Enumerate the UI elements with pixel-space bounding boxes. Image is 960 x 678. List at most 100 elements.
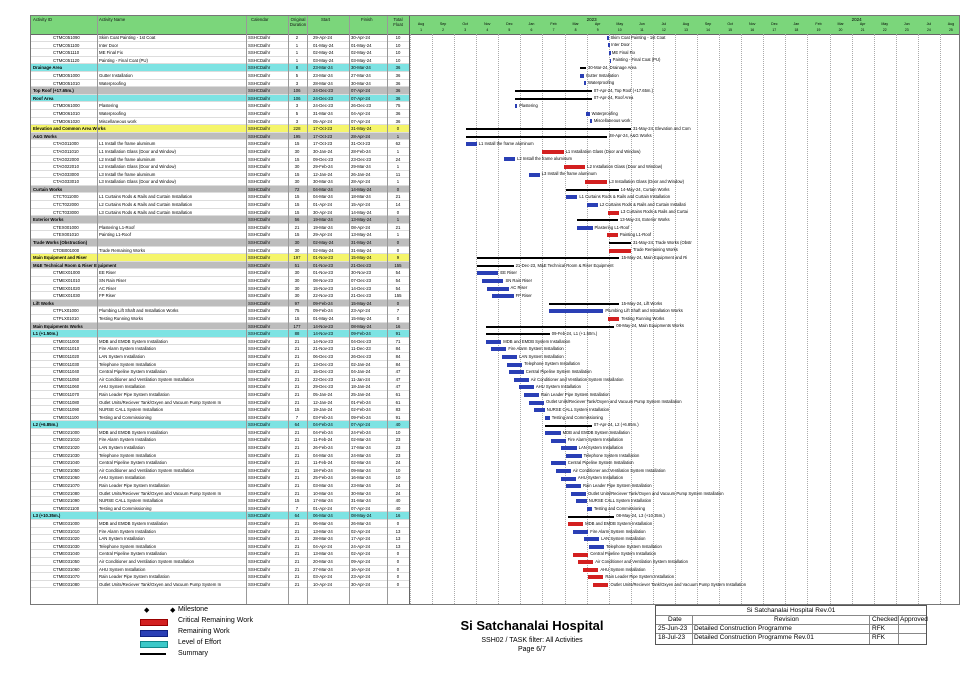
activity-bar[interactable] <box>502 355 518 359</box>
summary-bar[interactable] <box>476 257 620 260</box>
col-finish[interactable]: Finish <box>361 17 372 22</box>
table-row[interactable]: CTAG033000 L3 Install the frame aluminum S… <box>31 171 409 179</box>
wbs-row[interactable]: Elevation and Common Area Works SSHCDalhr… <box>31 125 409 133</box>
table-row[interactable]: CTME031070 Rain Leader Pipe System Instal… <box>31 573 409 581</box>
summary-bar[interactable] <box>515 97 592 100</box>
activity-bar[interactable] <box>586 111 590 116</box>
table-row[interactable]: CTCT022000 L2 Curtains Rods & Rails and C… <box>31 201 409 209</box>
table-row[interactable]: CTMC051120 Painting - Final Coat (PU) SSHC… <box>31 57 409 65</box>
activity-bar[interactable] <box>586 203 598 207</box>
activity-bar[interactable] <box>555 469 571 473</box>
table-row[interactable]: CTME031010 Fire Alarm System Installation… <box>31 528 409 536</box>
table-row[interactable]: CTME021100 Testing and Commissioning SSHCD… <box>31 505 409 513</box>
activity-bar[interactable] <box>528 172 540 177</box>
table-row[interactable]: CTMD061000 Plastering SSHCDalhr 3 24-Dec-23 2… <box>31 102 409 110</box>
wbs-row[interactable]: Main Equipment and Riser SSHCDalhr 197 01-N… <box>31 254 409 262</box>
table-row[interactable]: CTMEX01000 EE Riser SSHCDalhr 30 01-Nov-23 30… <box>31 269 409 277</box>
activity-bar[interactable] <box>523 393 539 397</box>
table-row[interactable]: CTME031050 Air Conditioner and Ventilatio… <box>31 558 409 566</box>
table-row[interactable]: CTOB001000 Trade Remaining Works SSHCDalhr… <box>31 247 409 255</box>
activity-bar[interactable] <box>607 35 609 40</box>
summary-bar[interactable] <box>476 265 514 267</box>
table-row[interactable]: CTME011070 Rain Leader Pipe System Instal… <box>31 391 409 399</box>
activity-bar[interactable] <box>566 453 582 458</box>
activity-bar[interactable] <box>588 545 605 549</box>
activity-bar[interactable] <box>609 248 631 253</box>
table-row[interactable]: CTAG033010 L3 Installation Glass (Door an… <box>31 178 409 186</box>
summary-bar[interactable] <box>580 67 587 70</box>
wbs-row[interactable]: Trade Works (Obstruction) SSHCDalhr 30 02-M… <box>31 239 409 247</box>
table-row[interactable]: CTME011040 Central Pipeline System Instal… <box>31 368 409 376</box>
table-row[interactable]: CTMD061010 Waterproofing SSHCDalhr 5 31-Mar-… <box>31 110 409 118</box>
activity-bar[interactable] <box>528 400 544 405</box>
activity-bar[interactable] <box>508 370 524 375</box>
table-row[interactable]: CTME011010 Fire Alarm System Installation… <box>31 345 409 353</box>
table-row[interactable]: CTEX001000 Plastering L1-Roof SSHCDalhr 21 1… <box>31 224 409 232</box>
col-calendar[interactable]: Calendar <box>251 17 268 22</box>
activity-bar[interactable] <box>560 476 576 481</box>
activity-bar[interactable] <box>583 537 600 542</box>
wbs-row[interactable]: Top Roof (+17.65m.) SSHCDalhr 106 24-Dec-23… <box>31 87 409 95</box>
wbs-row[interactable]: A&G Works SSHCDalhr 195 17-Oct-23 28-Apr-24 1 <box>31 132 409 141</box>
table-row[interactable]: CTME021070 Rain Leader Pipe System Instal… <box>31 482 409 490</box>
summary-bar[interactable] <box>577 219 618 222</box>
col-total-float[interactable]: Total Float <box>390 17 406 27</box>
table-row[interactable]: CTMEX01010 SN Rain Riser SSHCDalhr 30 08-Nov… <box>31 277 409 285</box>
table-row[interactable]: CTME021060 AHU System Installation SSHCDal… <box>31 474 409 483</box>
activity-bar[interactable] <box>561 446 577 451</box>
wbs-row[interactable]: Main Equipments Works SSHCDalhr 177 14-Nov-… <box>31 322 409 331</box>
activity-bar[interactable] <box>486 339 502 344</box>
activity-bar[interactable] <box>583 567 599 572</box>
activity-bar[interactable] <box>515 104 518 109</box>
activity-bar[interactable] <box>593 583 609 587</box>
table-row[interactable]: CTME031060 AHU System Installation SSHCDal… <box>31 566 409 574</box>
activity-bar[interactable] <box>465 142 477 147</box>
table-row[interactable]: CTME021000 MDB and EMDB System Installati… <box>31 429 409 437</box>
activity-bar[interactable] <box>550 461 566 466</box>
activity-bar[interactable] <box>607 210 619 215</box>
activity-bar[interactable] <box>580 73 584 78</box>
activity-bar[interactable] <box>541 149 564 154</box>
table-row[interactable]: CTCT011000 L1 Curtains Rods & Rails and C… <box>31 193 409 202</box>
activity-bar[interactable] <box>608 43 610 48</box>
table-row[interactable]: CTME021050 Air Conditioner and Ventilatio… <box>31 467 409 475</box>
summary-bar[interactable] <box>567 515 615 518</box>
table-row[interactable]: CTME021090 NURSE CALL System Installation… <box>31 497 409 505</box>
summary-bar[interactable] <box>486 333 550 336</box>
table-row[interactable]: CTPLX01000 Plumbing Lift Shaft and Instal… <box>31 307 409 315</box>
activity-bar[interactable] <box>513 377 529 382</box>
summary-bar[interactable] <box>566 189 619 191</box>
table-row[interactable]: CTME011020 LAN System Installation SSHCDal… <box>31 353 409 361</box>
activity-bar[interactable] <box>476 271 499 276</box>
activity-bar[interactable] <box>491 294 514 299</box>
col-activity-id[interactable]: Activity ID <box>33 17 52 22</box>
activity-bar[interactable] <box>565 484 581 489</box>
table-row[interactable]: CTMD051000 Gutter Installation SSHCDalhr 5 2… <box>31 72 409 80</box>
wbs-row[interactable]: L1 (+1.50m.) SSHCDalhr 88 14-Nov-23 09-Feb-2… <box>31 330 409 338</box>
activity-bar[interactable] <box>589 119 592 124</box>
activity-bar[interactable] <box>572 529 589 534</box>
table-row[interactable]: CTME011030 Telephone System Installation S… <box>31 361 409 369</box>
activity-bar[interactable] <box>578 560 594 565</box>
summary-bar[interactable] <box>465 135 608 138</box>
summary-bar[interactable] <box>486 325 615 328</box>
activity-bar[interactable] <box>545 431 561 435</box>
table-row[interactable]: CTAG022000 L2 Install the frame aluminum S… <box>31 156 409 164</box>
table-row[interactable]: CTEX001010 Painting L1-Roof SSHCDalhr 15 29-… <box>31 231 409 240</box>
table-row[interactable]: CTME011090 NURSE CALL System Installation… <box>31 406 409 414</box>
table-row[interactable]: CTME031030 Telephone System Installation S… <box>31 543 409 551</box>
table-row[interactable]: CTME011000 MDB and EMDB System Installati… <box>31 338 409 346</box>
wbs-row[interactable]: Roof Area SSHCDalhr 106 24-Dec-23 07-Apr-24 3… <box>31 94 409 103</box>
table-row[interactable]: CTME031080 Outlet Units/Reciever Tank/Oxy… <box>31 581 409 589</box>
table-row[interactable]: CTME021030 Telephone System Installation S… <box>31 452 409 460</box>
activity-bar[interactable] <box>491 347 507 352</box>
summary-bar[interactable] <box>549 303 620 305</box>
table-row[interactable]: CTME011080 Outlet Units/Reciever Tank/Oxy… <box>31 399 409 407</box>
activity-bar[interactable] <box>486 286 509 291</box>
summary-bar[interactable] <box>465 128 631 131</box>
table-row[interactable]: CTME031020 LAN System Installation SSHCDal… <box>31 535 409 543</box>
activity-bar[interactable] <box>588 575 604 580</box>
table-row[interactable]: CTMC051100 Inter Door SSHCDalhr 1 01-May-24 0… <box>31 42 409 50</box>
activity-bar[interactable] <box>583 81 587 86</box>
table-row[interactable]: CTAG011000 L1 Install the frame aluminum S… <box>31 140 409 148</box>
